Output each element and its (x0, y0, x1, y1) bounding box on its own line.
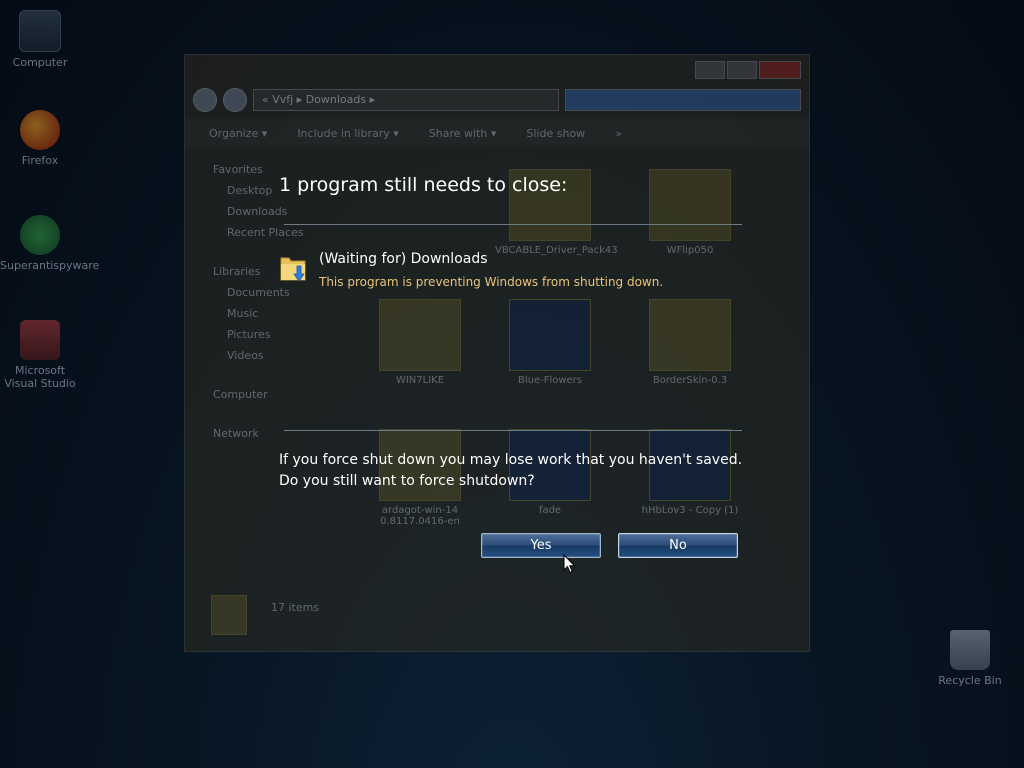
warning-text-line1: If you force shut down you may lose work… (279, 452, 743, 468)
divider (284, 430, 742, 431)
mouse-cursor-icon (563, 554, 576, 574)
no-button[interactable]: No (618, 533, 738, 558)
folder-download-icon (280, 257, 306, 282)
warning-text-line2: Do you still want to force shutdown? (279, 473, 535, 489)
force-shutdown-dialog: 1 program still needs to close: (Waiting… (0, 0, 1024, 768)
divider (284, 224, 742, 225)
program-description: This program is preventing Windows from … (319, 275, 664, 289)
program-name: (Waiting for) Downloads (319, 251, 488, 267)
yes-button[interactable]: Yes (481, 533, 601, 558)
dialog-title: 1 program still needs to close: (279, 174, 568, 196)
